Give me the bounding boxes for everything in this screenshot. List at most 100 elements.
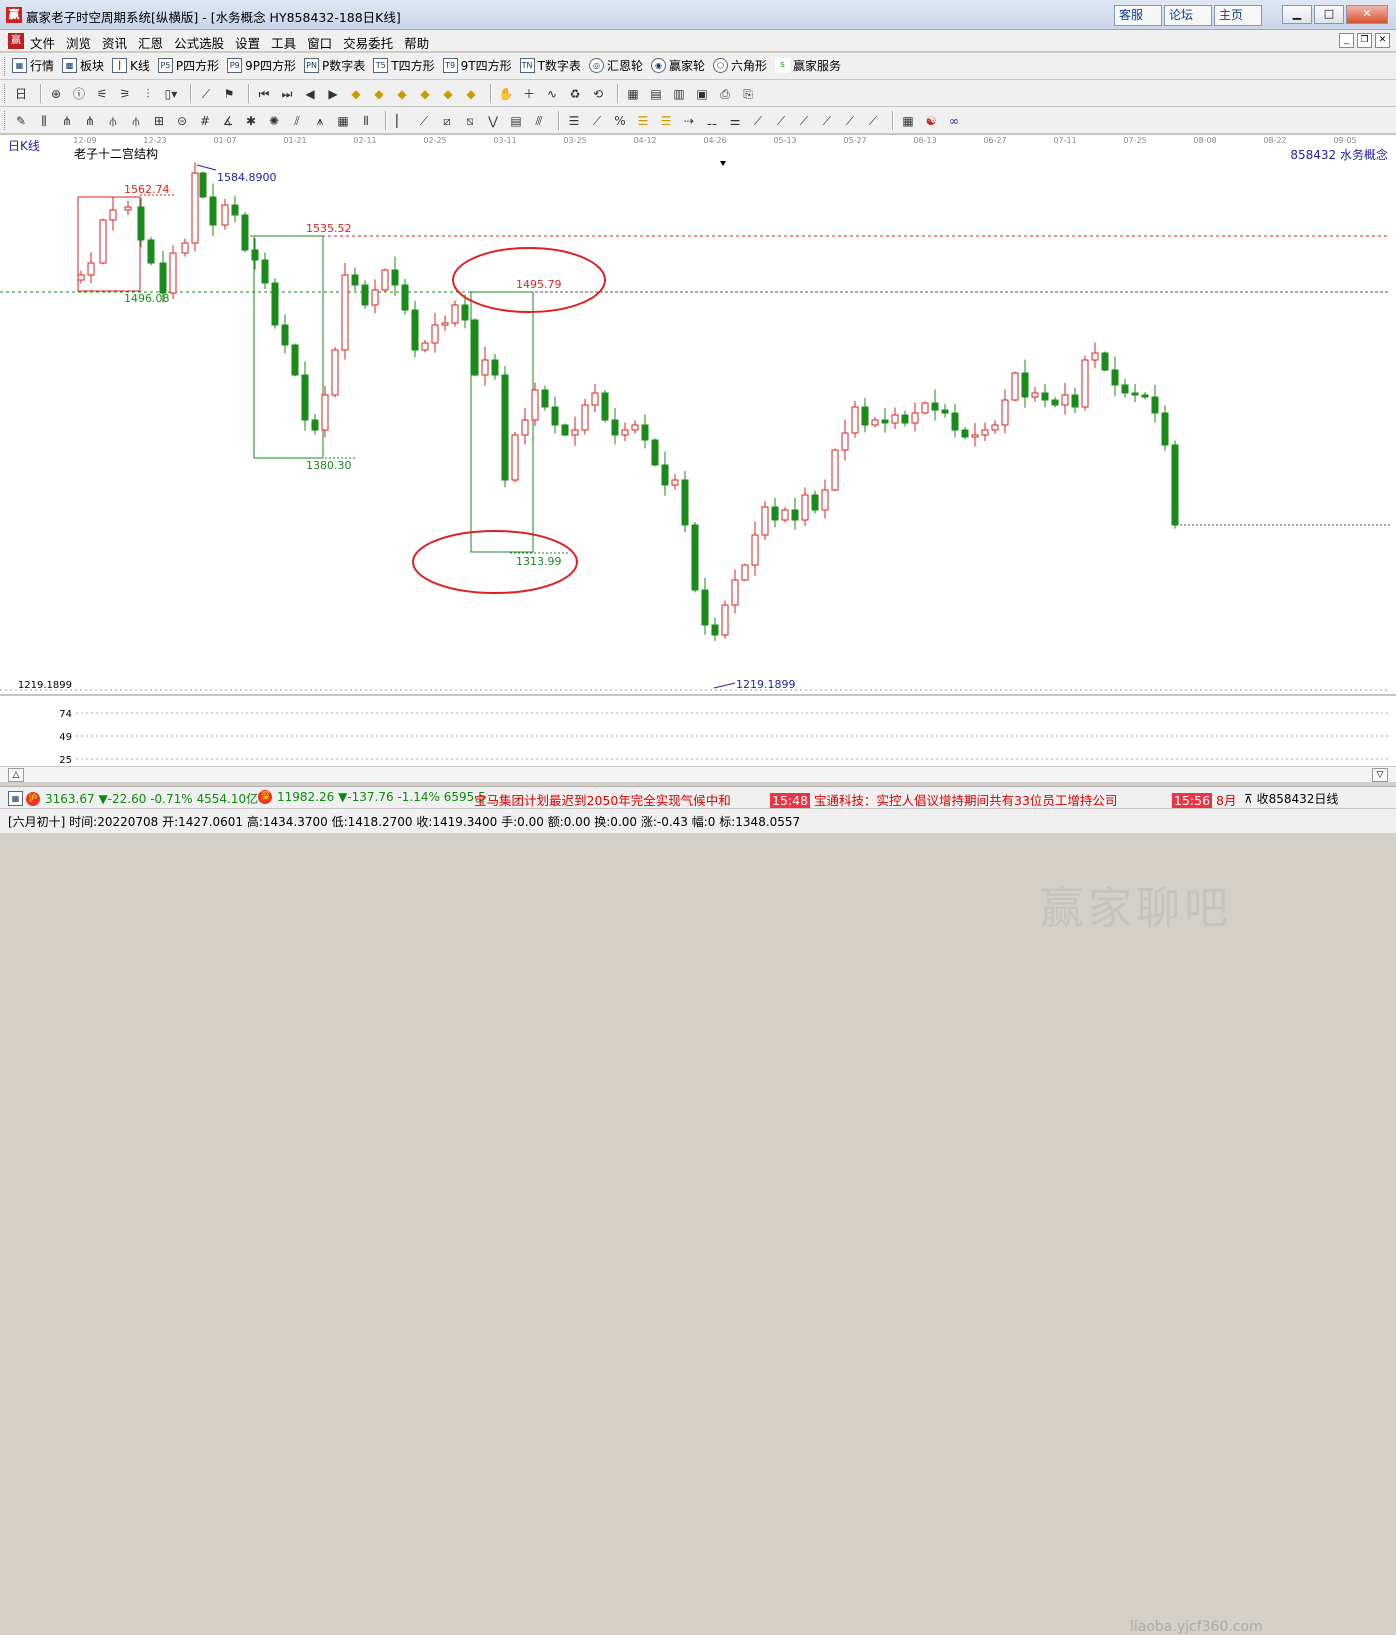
kline-button[interactable]: ┃ K线 xyxy=(112,57,150,74)
refresh-icon[interactable]: ⟲ xyxy=(589,85,607,103)
indicator-icon[interactable]: ⚟ xyxy=(93,85,111,103)
zoom-icon[interactable]: ⊕ xyxy=(47,85,65,103)
fork-icon[interactable]: ⫛ xyxy=(104,112,122,130)
angle-icon[interactable]: ∡ xyxy=(219,112,237,130)
news-ticker-1[interactable]: 宝马集团计划最迟到2050年完全实现气候中和 xyxy=(474,790,731,809)
mdi-minimize-button[interactable]: _ xyxy=(1339,33,1354,48)
first-icon[interactable]: ⏮ xyxy=(255,85,273,103)
last-icon[interactable]: ⏭ xyxy=(278,85,296,103)
box-grid-icon[interactable]: ▦ xyxy=(334,112,352,130)
fib-time-icon[interactable]: ⟋ xyxy=(588,112,606,130)
hand-icon[interactable]: ✋ xyxy=(497,85,515,103)
cycle-icon[interactable]: ♻ xyxy=(566,85,584,103)
channel-icon[interactable]: ⫽ xyxy=(288,112,306,130)
next-icon[interactable]: ▶ xyxy=(324,85,342,103)
star-icon[interactable]: ✱ xyxy=(242,112,260,130)
minimize-button[interactable]: ▁ xyxy=(1282,5,1312,24)
golden-icon[interactable]: ☰ xyxy=(634,112,652,130)
wave-icon[interactable]: ∿ xyxy=(543,85,561,103)
report-icon[interactable]: ▥ xyxy=(670,85,688,103)
huien-wheel-button[interactable]: ◎ 汇恩轮 xyxy=(588,57,643,74)
spiral-icon[interactable]: ✺ xyxy=(265,112,283,130)
p9-square-button[interactable]: P9 9P四方形 xyxy=(227,57,296,74)
horizontal-scrollbar[interactable]: △ ▽ xyxy=(0,766,1396,782)
gann-line4-icon[interactable]: ⟋ xyxy=(818,112,836,130)
menu-window[interactable]: 窗口 xyxy=(307,33,332,52)
maximize-button[interactable]: □ xyxy=(1314,5,1344,24)
fib-cross-icon[interactable]: ⧅ xyxy=(461,112,479,130)
grid-lines-icon[interactable]: # xyxy=(196,112,214,130)
homepage-link[interactable]: 主页 xyxy=(1214,5,1262,26)
overlay-icon[interactable]: ⚞ xyxy=(116,85,134,103)
diamond-left-icon[interactable]: ◆ xyxy=(393,85,411,103)
news-ticker-3[interactable]: 15:56 8月 xyxy=(1172,790,1236,809)
step2-icon[interactable]: ⚌ xyxy=(726,112,744,130)
menu-trade[interactable]: 交易委托 xyxy=(343,33,393,52)
p-number-button[interactable]: PN P数字表 xyxy=(304,57,365,74)
slash-lines-icon[interactable]: ⫻ xyxy=(530,112,548,130)
winner-wheel-button[interactable]: ◉ 赢家轮 xyxy=(650,57,705,74)
fork2-icon[interactable]: ⫛ xyxy=(127,112,145,130)
toolbar-grip[interactable] xyxy=(4,111,7,130)
menu-formula[interactable]: 公式选股 xyxy=(174,33,224,52)
t-number-button[interactable]: TN T数字表 xyxy=(519,57,581,74)
fan2-icon[interactable]: ⋔ xyxy=(81,112,99,130)
circle-icon[interactable]: ⊝ xyxy=(173,112,191,130)
menu-huien[interactable]: 汇恩 xyxy=(138,33,163,52)
diamond-zoom-out-icon[interactable]: ◆ xyxy=(462,85,480,103)
diamond-down-icon[interactable]: ◆ xyxy=(370,85,388,103)
fib-fan-icon[interactable]: ⟋ xyxy=(415,112,433,130)
menu-help[interactable]: 帮助 xyxy=(404,33,429,52)
zigzag-icon[interactable]: ⋁ xyxy=(484,112,502,130)
sz-index[interactable]: 深 11982.26 ▼-137.76 -1.14% 6595.5 xyxy=(258,790,486,804)
mdi-restore-button[interactable]: ❐ xyxy=(1357,33,1372,48)
bars-icon[interactable]: ⫴ xyxy=(357,112,375,130)
diamond-right-icon[interactable]: ◆ xyxy=(416,85,434,103)
ruler-icon[interactable]: ▏ xyxy=(392,112,410,130)
period-dropdown-icon[interactable]: 日▾ xyxy=(12,85,30,119)
golden2-icon[interactable]: ☰ xyxy=(657,112,675,130)
hexagon-button[interactable]: ⬡ 六角形 xyxy=(712,57,767,74)
export-icon[interactable]: ⎘ xyxy=(739,85,757,103)
save-icon[interactable]: ▣ xyxy=(693,85,711,103)
table-grid-icon[interactable]: ▦ xyxy=(899,112,917,130)
p-square-button[interactable]: P5 P四方形 xyxy=(157,57,219,74)
calendar-icon[interactable]: ▦ xyxy=(624,85,642,103)
menu-browse[interactable]: 浏览 xyxy=(66,33,91,52)
info-icon[interactable]: ⓘ xyxy=(70,85,88,103)
diamond-up-icon[interactable]: ◆ xyxy=(347,85,365,103)
scroll-up-icon[interactable]: △ xyxy=(8,768,24,782)
square-icon[interactable]: ⊞ xyxy=(150,112,168,130)
winner-service-button[interactable]: $ 赢家服务 xyxy=(774,57,841,74)
toolbar-grip[interactable] xyxy=(4,57,7,76)
quote-button[interactable]: ▦ 行情 xyxy=(12,57,54,74)
menu-file[interactable]: 文件 xyxy=(30,33,55,52)
menu-info[interactable]: 资讯 xyxy=(102,33,127,52)
news-ticker-2[interactable]: 15:48 宝通科技：实控人倡议增持期间共有33位员工增持公司 xyxy=(770,790,1117,809)
kline-chart[interactable]: 12-09 12-23 01-07 01-21 02-11 02-25 03-11 03-25… xyxy=(0,134,1396,934)
infinity-icon[interactable]: ∞ xyxy=(945,112,963,130)
menu-tools[interactable]: 工具 xyxy=(271,33,296,52)
menu-settings[interactable]: 设置 xyxy=(235,33,260,52)
fan-icon[interactable]: ⋔ xyxy=(58,112,76,130)
mdi-close-button[interactable]: ✕ xyxy=(1375,33,1390,48)
gann-line6-icon[interactable]: ⟋ xyxy=(864,112,882,130)
candle-type-icon[interactable]: ▯▾ xyxy=(162,85,180,103)
calculator-icon[interactable]: ▤ xyxy=(647,85,665,103)
taiji-icon[interactable]: ☯ xyxy=(922,112,940,130)
toolbar-grip[interactable] xyxy=(4,84,7,103)
diamond-zoom-in-icon[interactable]: ◆ xyxy=(439,85,457,103)
t-square-button[interactable]: T5 T四方形 xyxy=(373,57,435,74)
crosshair-icon[interactable]: ＋ xyxy=(520,85,538,103)
triangle-icon[interactable]: ⩚ xyxy=(311,112,329,130)
flag-icon[interactable]: ⚑ xyxy=(220,85,238,103)
vertical-lines-icon[interactable]: ⫼ xyxy=(35,112,53,130)
service-link[interactable]: 客服 xyxy=(1114,5,1162,26)
pen-icon[interactable]: ✎ xyxy=(12,112,30,130)
sh-index[interactable]: ▦ 沪 3163.67 ▼-22.60 -0.71% 4554.10亿 xyxy=(8,790,258,807)
t9-square-button[interactable]: T9 9T四方形 xyxy=(442,57,512,74)
close-button[interactable]: ✕ xyxy=(1346,5,1388,24)
sub-chart-icon[interactable]: ⫶ xyxy=(139,85,157,103)
arrow-line-icon[interactable]: ⇢ xyxy=(680,112,698,130)
forum-link[interactable]: 论坛 xyxy=(1164,5,1212,26)
